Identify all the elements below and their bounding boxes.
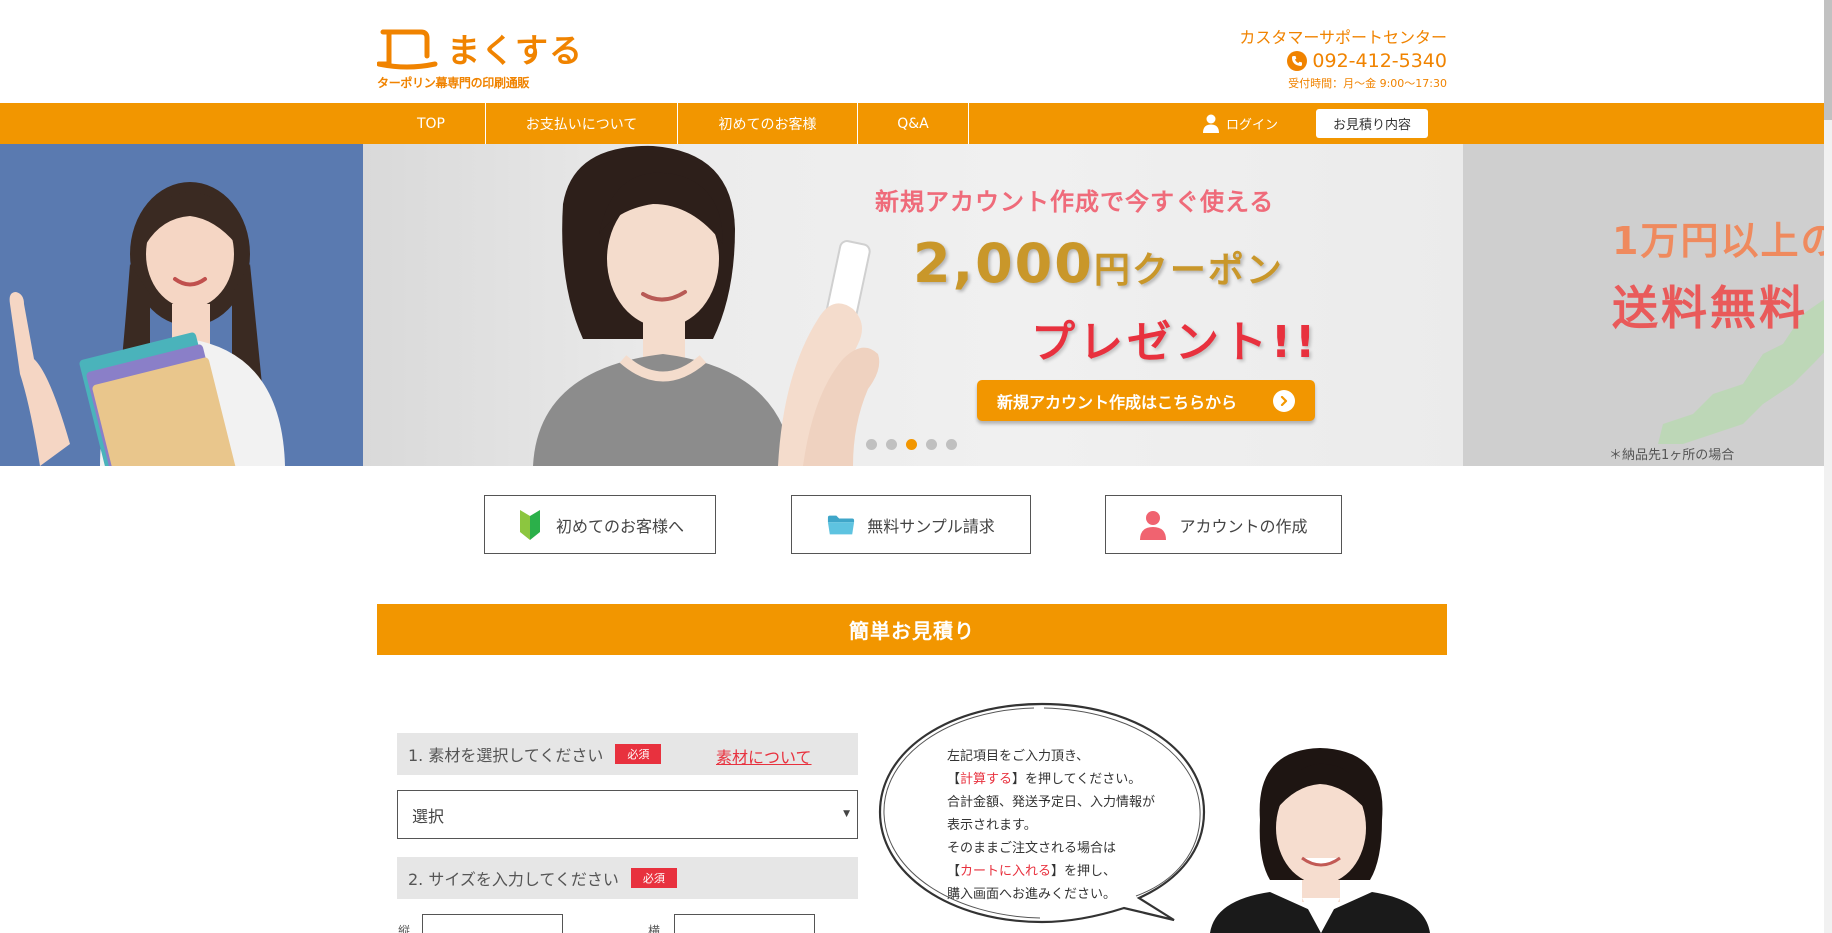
woman-with-books-image	[9, 182, 285, 466]
support-hours: 受付時間：月〜金 9:00〜17:30	[1288, 77, 1447, 90]
promo-amount-value: 2,000	[913, 232, 1094, 295]
support-title: カスタマーサポートセンター	[1239, 28, 1447, 47]
slider-dots	[866, 439, 957, 450]
create-account-cta-label: 新規アカウント作成はこちらから	[997, 392, 1238, 412]
user-icon	[1203, 114, 1219, 133]
login-link[interactable]: ログイン	[1203, 103, 1278, 144]
site-logo[interactable]: まくする ターポリン幕専門の印刷通販	[377, 24, 582, 90]
add-to-cart-highlight: カートに入れる	[960, 864, 1052, 879]
promo-present: プレゼント!!	[1031, 317, 1320, 368]
estimate-section-title: 簡単お見積り	[377, 604, 1447, 655]
nav-item-first-time[interactable]: 初めてのお客様	[678, 103, 858, 144]
material-select-value: 選択	[412, 806, 445, 826]
slide-current[interactable]: 新規アカウント作成で今すぐ使える 2,000円クーポン プレゼント!! 新規アカ…	[363, 144, 1463, 466]
phone-icon	[1287, 51, 1308, 71]
bubble-line-4: 表示されます。	[947, 818, 1037, 833]
person-icon	[1139, 510, 1167, 540]
free-shipping-condition: 1万円以上の	[1612, 219, 1832, 263]
create-account-cta-button[interactable]: 新規アカウント作成はこちらから	[977, 380, 1315, 421]
calculate-highlight: 計算する	[960, 772, 1013, 787]
size-height-label: 縦	[398, 924, 411, 933]
slider-dot-2[interactable]	[886, 439, 897, 450]
required-badge: 必須	[615, 744, 662, 764]
nav-item-payment[interactable]: お支払いについて	[486, 103, 678, 144]
quick-link-first-time-label: 初めてのお客様へ	[555, 516, 684, 536]
free-shipping-title: 送料無料	[1612, 281, 1808, 335]
slide-prev[interactable]	[0, 144, 363, 466]
free-shipping-note: ＊納品先1ヶ所の場合	[1609, 448, 1735, 463]
material-info-link[interactable]: 素材について	[716, 744, 812, 768]
promo-amount-unit: 円クーポン	[1093, 250, 1284, 291]
slider-dot-1[interactable]	[866, 439, 877, 450]
slider-dot-4[interactable]	[926, 439, 937, 450]
step2-label: 2. サイズを入力してください	[408, 870, 619, 889]
nav-item-qa[interactable]: Q&A	[858, 103, 969, 144]
logo-name: まくする	[447, 31, 583, 70]
hero-slider: 新規アカウント作成で今すぐ使える 2,000円クーポン プレゼント!! 新規アカ…	[0, 144, 1832, 466]
quote-details-button[interactable]: お見積り内容	[1316, 109, 1428, 138]
step2-header: 2. サイズを入力してください 必須	[397, 857, 858, 899]
size-width-label: 横	[648, 924, 661, 933]
scrollbar-thumb[interactable]	[1824, 0, 1832, 120]
step1-label: 1. 素材を選択してください	[408, 746, 604, 765]
material-select[interactable]: 選択 ▼	[397, 790, 858, 839]
logo-tagline: ターポリン幕専門の印刷通販	[377, 76, 530, 90]
size-height-input[interactable]	[422, 914, 563, 933]
size-width-input[interactable]	[674, 914, 815, 933]
support-staff-image	[1210, 748, 1430, 933]
site-header: まくする ターポリン幕専門の印刷通販 カスタマーサポートセンター 092-412…	[0, 0, 1832, 103]
quick-link-create-account-label: アカウントの作成	[1179, 516, 1308, 536]
promo-headline: 新規アカウント作成で今すぐ使える	[875, 188, 1275, 216]
quick-link-first-time[interactable]: 初めてのお客様へ	[484, 495, 716, 554]
bubble-line-3: 合計金額、発送予定日、入力情報が	[947, 795, 1156, 810]
folder-icon	[827, 510, 855, 540]
bubble-line-1: 左記項目をご入力頂き、	[947, 749, 1090, 764]
slider-dot-3[interactable]	[906, 439, 917, 450]
required-badge: 必須	[630, 868, 677, 888]
customer-support: カスタマーサポートセンター 092-412-5340 受付時間：月〜金 9:00…	[1239, 24, 1447, 91]
support-phone[interactable]: 092-412-5340	[1239, 50, 1447, 72]
chevron-right-icon	[1273, 390, 1295, 412]
bubble-line-7: 購入画面へお進みください。	[947, 887, 1117, 902]
dropdown-arrow-icon: ▼	[843, 809, 850, 819]
beginner-mark-icon	[516, 509, 544, 540]
slider-dot-5[interactable]	[946, 439, 957, 450]
main-nav: TOP お支払いについて 初めてのお客様 Q&A ログイン お見積り内容	[0, 103, 1832, 144]
quick-link-free-sample-label: 無料サンプル請求	[867, 516, 995, 536]
login-label: ログイン	[1226, 118, 1279, 133]
nav-item-top[interactable]: TOP	[377, 103, 486, 144]
quick-link-create-account[interactable]: アカウントの作成	[1105, 495, 1342, 554]
bubble-line-2: 【計算する】を押してください。	[947, 772, 1142, 787]
page-scrollbar[interactable]	[1824, 0, 1832, 933]
woman-with-phone-image	[533, 145, 880, 466]
support-phone-number: 092-412-5340	[1312, 50, 1447, 72]
bubble-line-6: 【カートに入れる】を押し、	[947, 864, 1117, 879]
slide-next[interactable]: 1万円以上の 送料無料 ＊納品先1ヶ所の場合	[1463, 144, 1832, 466]
promo-amount: 2,000円クーポン	[913, 232, 1284, 295]
speech-bubble-text: 左記項目をご入力頂き、 【計算する】を押してください。 合計金額、発送予定日、入…	[947, 745, 1155, 906]
quick-link-free-sample[interactable]: 無料サンプル請求	[791, 495, 1031, 554]
bubble-line-5: そのままご注文される場合は	[947, 841, 1117, 856]
logo-mark-icon	[377, 29, 438, 70]
